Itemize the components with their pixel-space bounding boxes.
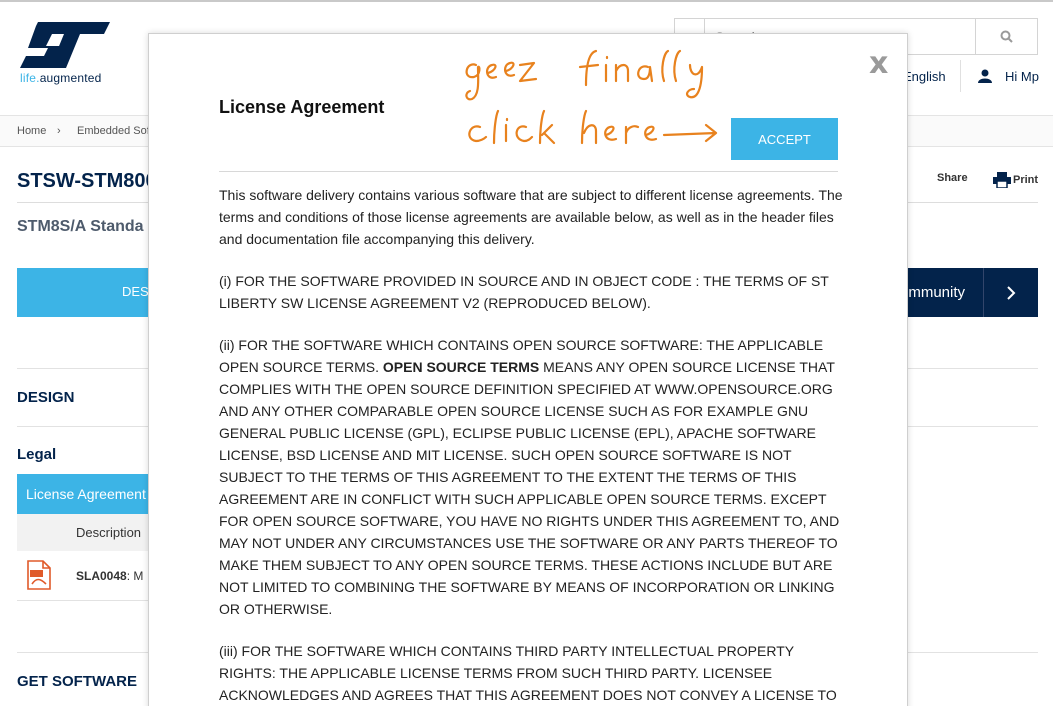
search-button[interactable] <box>975 19 1037 54</box>
description-label: Description <box>76 525 142 540</box>
logo-tagline: life.augmented <box>20 71 102 85</box>
user-menu[interactable]: Hi Mp <box>960 60 1053 92</box>
license-text-bold: OPEN SOURCE TERMS <box>382 359 540 375</box>
breadcrumb-home[interactable]: Home <box>17 125 46 137</box>
printer-icon <box>993 172 1011 189</box>
license-text: This software delivery contains various … <box>219 184 844 706</box>
modal-title: License Agreement <box>219 97 385 117</box>
license-title: : M <box>126 569 144 583</box>
print-link[interactable]: Print <box>993 172 1039 189</box>
user-greeting: Hi Mp <box>1005 69 1039 84</box>
page-title: STSW-STM800 <box>17 170 157 192</box>
license-description: SLA0048: M <box>76 569 143 583</box>
license-text-span: MEANS ANY OPEN SOURCE LICENSE THAT COMPL… <box>219 359 840 617</box>
share-link[interactable]: Share <box>937 172 968 184</box>
breadcrumb-separator: › <box>57 125 61 137</box>
tab-design[interactable]: DES <box>122 284 149 299</box>
print-label: Print <box>1013 174 1039 186</box>
st-logo-mark <box>20 22 110 68</box>
modal-divider <box>219 171 838 172</box>
tab-community-label: ommunity <box>900 284 966 301</box>
license-code[interactable]: SLA0048 <box>76 569 127 583</box>
section-legal-heading: Legal <box>17 446 57 463</box>
pdf-icon <box>27 560 51 590</box>
section-design-heading: DESIGN <box>17 389 75 406</box>
page-subtitle: STM8S/A Standa <box>17 218 144 235</box>
breadcrumb-embedded-software[interactable]: Embedded Sof <box>77 125 150 137</box>
license-agreement-modal: x License Agreement ACCEPT This software… <box>148 33 908 706</box>
accept-button[interactable]: ACCEPT <box>731 118 838 160</box>
handwritten-annotation <box>465 49 718 145</box>
st-logo[interactable]: life.augmented <box>20 22 112 88</box>
user-icon <box>978 69 992 83</box>
language-selector[interactable]: English <box>903 69 946 84</box>
close-button[interactable]: x <box>869 46 888 81</box>
top-border <box>0 0 1053 2</box>
license-paragraph: (iii) FOR THE SOFTWARE WHICH CONTAINS TH… <box>219 643 837 703</box>
license-paragraph: (i) FOR THE SOFTWARE PROVIDED IN SOURCE … <box>219 273 829 311</box>
chevron-right-icon <box>1007 285 1016 300</box>
license-paragraph: (ii) FOR THE SOFTWARE WHICH CONTAINS OPE… <box>219 334 844 620</box>
tab-next-button[interactable] <box>983 268 1038 317</box>
section-get-software-heading: GET SOFTWARE <box>17 673 137 690</box>
search-icon <box>1000 30 1013 43</box>
license-paragraph: This software delivery contains various … <box>219 187 843 247</box>
